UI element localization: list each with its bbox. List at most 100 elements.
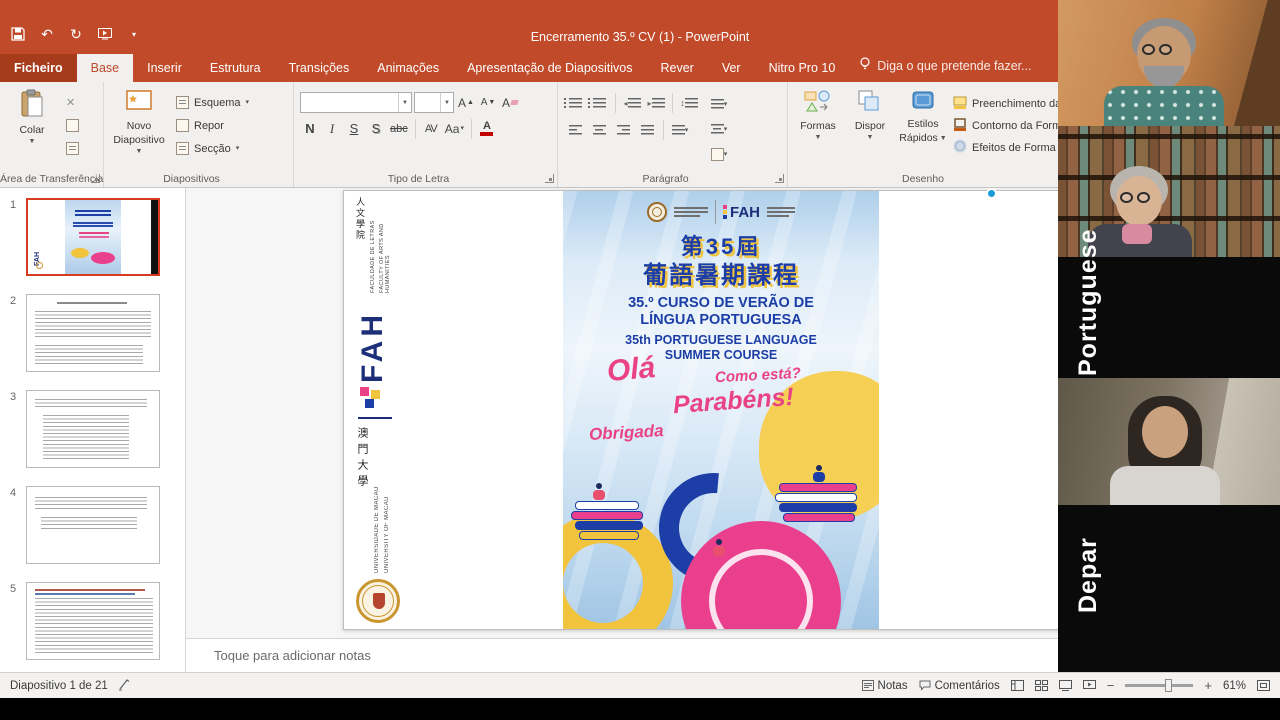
poster-illustration: [563, 443, 879, 630]
grow-font-button[interactable]: A▲: [456, 92, 476, 113]
mini-banner: [151, 200, 158, 274]
copy-icon: [66, 119, 79, 132]
text-direction-icon: [711, 99, 724, 109]
tab-inserir[interactable]: Inserir: [133, 54, 196, 83]
comments-toggle-button[interactable]: Comentários: [919, 680, 1000, 692]
thumbnail-preview-4[interactable]: [26, 486, 160, 564]
shrink-font-button[interactable]: A▼: [478, 92, 498, 113]
columns-button[interactable]: ▾: [669, 119, 691, 141]
slide-thumbnail-4[interactable]: 4: [0, 486, 185, 564]
text-shadow-button[interactable]: S: [366, 118, 386, 139]
tab-transicoes[interactable]: Transições: [275, 54, 364, 83]
cut-icon: ✕: [66, 96, 75, 109]
shapes-button[interactable]: Formas ▼: [794, 86, 842, 169]
new-slide-caret: ▼: [136, 148, 143, 155]
notes-placeholder: Toque para adicionar notas: [214, 648, 371, 663]
separator: [672, 93, 673, 113]
align-text-button[interactable]: ▾: [708, 118, 730, 140]
shapes-icon: [804, 89, 832, 118]
convert-smartart-button[interactable]: ▾: [708, 143, 730, 165]
notes-toggle-button[interactable]: Notas: [862, 680, 908, 692]
group-label-paragraph: Parágrafo: [558, 173, 773, 185]
poster: FAH 第35屆 葡語暑期課程 35.º CURSO DE VERÃO DE L…: [563, 191, 879, 630]
group-paragraph: ◂ ▸ ↕ ▾ ▾ ▾: [558, 82, 788, 187]
participant-video-1[interactable]: [1058, 0, 1280, 126]
slide-thumbnail-2[interactable]: 2: [0, 294, 185, 372]
tab-ficheiro[interactable]: Ficheiro: [0, 54, 77, 83]
slide-thumbnail-1[interactable]: 1 FAH: [0, 198, 185, 276]
text-direction-button[interactable]: ▾: [708, 93, 730, 115]
character-spacing-button[interactable]: AV: [421, 118, 441, 139]
justify-button[interactable]: [636, 119, 658, 141]
thumbnail-preview-5[interactable]: [26, 582, 160, 660]
font-name-combo[interactable]: ▼: [300, 92, 412, 113]
align-right-icon: [617, 125, 630, 135]
slide-sorter-view-button[interactable]: [1035, 680, 1048, 691]
glasses: [1142, 44, 1172, 55]
copy-button[interactable]: [63, 116, 82, 135]
paste-button[interactable]: Colar ▼: [6, 86, 58, 169]
notes-icon: [862, 680, 874, 691]
italic-button[interactable]: I: [322, 118, 342, 139]
font-color-button[interactable]: A: [477, 118, 497, 139]
arrange-label: Dispor: [855, 120, 885, 132]
tab-base[interactable]: Base: [77, 54, 134, 83]
arrange-button[interactable]: Dispor ▼: [847, 86, 893, 169]
font-dialog-launcher[interactable]: [545, 174, 554, 183]
tab-estrutura[interactable]: Estrutura: [196, 54, 275, 83]
numbering-button[interactable]: [588, 92, 610, 114]
clear-formatting-button[interactable]: A: [500, 92, 520, 113]
zoom-level[interactable]: 61%: [1223, 680, 1246, 692]
line-spacing-button[interactable]: ↕: [678, 92, 700, 114]
align-left-button[interactable]: [564, 119, 586, 141]
cut-button[interactable]: ✕: [63, 93, 82, 112]
align-right-button[interactable]: [612, 119, 634, 141]
clipboard-dialog-launcher[interactable]: [91, 174, 100, 183]
university-seal: [356, 579, 400, 623]
reading-view-button[interactable]: [1059, 680, 1072, 691]
bold-button[interactable]: N: [300, 118, 320, 139]
normal-view-button[interactable]: [1011, 680, 1024, 691]
slide-thumbnail-3[interactable]: 3: [0, 390, 185, 468]
video-call-sidebar: Portuguese Depar: [1058, 0, 1280, 672]
tab-rever[interactable]: Rever: [646, 54, 707, 83]
paragraph-dialog-launcher[interactable]: [775, 174, 784, 183]
quick-styles-button[interactable]: Estilos Rápidos▼: [898, 86, 948, 169]
faculty-pt-text: FACULDADE DE LETRAS: [370, 197, 376, 293]
strikethrough-button[interactable]: abc: [388, 118, 410, 139]
tab-nitro-pro[interactable]: Nitro Pro 10: [755, 54, 850, 83]
increase-indent-button[interactable]: ▸: [645, 92, 667, 114]
slide-1[interactable]: 人文學院 FACULDADE DE LETRAS FACULTY OF ARTS…: [343, 190, 1125, 630]
align-center-button[interactable]: [588, 119, 610, 141]
thumbnail-preview-2[interactable]: [26, 294, 160, 372]
section-button[interactable]: Secção ▾: [173, 139, 252, 158]
new-slide-button[interactable]: Novo Diapositivo ▼: [110, 86, 168, 169]
change-case-button[interactable]: Aa▾: [443, 118, 466, 139]
slideshow-view-button[interactable]: [1083, 680, 1096, 691]
font-size-combo[interactable]: ▼: [414, 92, 454, 113]
layout-caret: ▾: [245, 99, 249, 106]
zoom-in-button[interactable]: +: [1204, 678, 1212, 693]
participant-video-3[interactable]: [1058, 378, 1280, 505]
poster-fah-logo: FAH: [723, 204, 760, 221]
layout-button[interactable]: Esquema ▾: [173, 93, 252, 112]
spellcheck-icon[interactable]: [118, 678, 131, 694]
slide-thumbnail-5[interactable]: 5: [0, 582, 185, 660]
tab-animacoes[interactable]: Animações: [363, 54, 453, 83]
tab-ver[interactable]: Ver: [708, 54, 755, 83]
zoom-slider-handle[interactable]: [1165, 679, 1172, 692]
underline-button[interactable]: S: [344, 118, 364, 139]
reset-button[interactable]: Repor: [173, 116, 252, 135]
format-painter-button[interactable]: [63, 139, 82, 158]
decrease-indent-button[interactable]: ◂: [621, 92, 643, 114]
tell-me-box[interactable]: Diga o que pretende fazer...: [849, 49, 1041, 82]
zoom-out-button[interactable]: −: [1107, 678, 1115, 693]
poster-fah-logo-lines: [767, 207, 795, 217]
fit-slide-button[interactable]: [1257, 680, 1270, 691]
zoom-slider[interactable]: [1125, 684, 1193, 687]
thumbnail-preview-3[interactable]: [26, 390, 160, 468]
thumbnail-preview-1[interactable]: FAH: [26, 198, 160, 276]
align-center-icon: [593, 125, 606, 135]
bullets-button[interactable]: [564, 92, 586, 114]
tab-apresentacao[interactable]: Apresentação de Diapositivos: [453, 54, 646, 83]
